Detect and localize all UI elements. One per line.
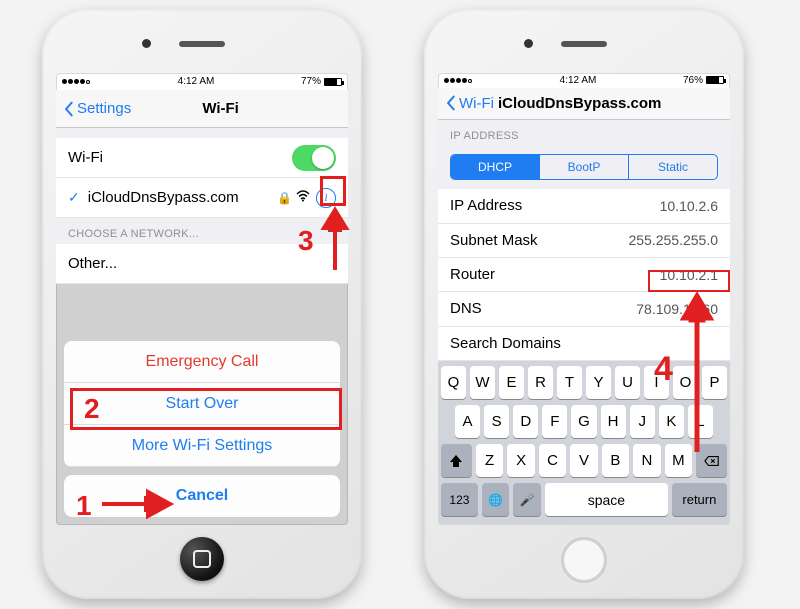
key-q[interactable]: Q [441,366,466,399]
key-g[interactable]: G [571,405,596,438]
speaker [179,41,225,47]
battery-icon [324,78,342,86]
key-c[interactable]: C [539,444,566,477]
page-title: iCloudDnsBypass.com [498,95,661,112]
key-y[interactable]: Y [586,366,611,399]
speaker [561,41,607,47]
chevron-left-icon [62,101,75,117]
ip-address-label: IP Address [450,197,660,214]
key-s[interactable]: S [484,405,509,438]
wifi-toggle-label: Wi-Fi [68,149,292,166]
status-bar: 4:12 AM 76% [438,73,730,88]
wifi-toggle-row: Wi-Fi [56,138,348,178]
key-z[interactable]: Z [476,444,503,477]
key-u[interactable]: U [615,366,640,399]
annotation-arrow-1 [100,486,172,527]
home-button[interactable] [180,537,224,581]
battery-percent: 77% [301,76,321,87]
ip-mode-segmented: DHCP BootP Static [450,154,718,180]
annotation-box-4 [648,270,730,292]
mic-key[interactable]: 🎤 [513,483,541,516]
signal-dots-icon [444,75,473,86]
globe-key[interactable]: 🌐 [482,483,510,516]
ip-address-value: 10.10.2.6 [660,198,718,214]
emergency-call-option[interactable]: Emergency Call [64,341,340,383]
annotation-arrow-3 [318,208,352,277]
subnet-mask-value: 255.255.255.0 [628,232,718,248]
key-t[interactable]: T [557,366,582,399]
key-f[interactable]: F [542,405,567,438]
wifi-toggle[interactable] [292,145,336,171]
status-time: 4:12 AM [560,75,597,86]
page-title: Wi-Fi [99,100,342,117]
subnet-mask-label: Subnet Mask [450,232,628,249]
key-b[interactable]: B [602,444,629,477]
tab-bootp[interactable]: BootP [539,155,628,179]
space-key[interactable]: space [545,483,668,516]
key-d[interactable]: D [513,405,538,438]
more-wifi-label: More Wi-Fi Settings [132,437,272,455]
network-name: iCloudDnsBypass.com [88,189,277,206]
key-w[interactable]: W [470,366,495,399]
key-x[interactable]: X [507,444,534,477]
dns-label: DNS [450,300,636,317]
back-button[interactable]: Wi-Fi [444,95,494,112]
ip-address-row[interactable]: IP Address 10.10.2.6 [438,189,730,223]
back-label: Wi-Fi [459,95,494,112]
key-e[interactable]: E [499,366,524,399]
connected-network-row[interactable]: ✓ iCloudDnsBypass.com 🔒 i [56,178,348,218]
battery-icon [706,76,724,84]
cancel-label: Cancel [176,487,228,505]
lock-icon: 🔒 [277,191,292,205]
more-wifi-option[interactable]: More Wi-Fi Settings [64,425,340,467]
annotation-box-2 [70,388,342,430]
key-h[interactable]: H [601,405,626,438]
home-button[interactable] [561,537,607,583]
return-key[interactable]: return [672,483,727,516]
wifi-icon [296,190,310,205]
front-camera [142,39,151,48]
annotation-number-2: 2 [84,393,100,425]
emergency-call-label: Emergency Call [146,353,259,371]
key-a[interactable]: A [455,405,480,438]
status-bar: 4:12 AM 77% [56,73,348,90]
annotation-box-3 [320,176,346,206]
key-n[interactable]: N [633,444,660,477]
annotation-number-4: 4 [654,350,673,389]
front-camera [524,39,533,48]
tab-static[interactable]: Static [628,155,717,179]
annotation-number-1: 1 [76,490,92,522]
router-label: Router [450,266,660,283]
annotation-arrow-4 [678,294,716,459]
numeric-key[interactable]: 123 [441,483,478,516]
key-j[interactable]: J [630,405,655,438]
shift-key[interactable] [441,444,472,477]
key-r[interactable]: R [528,366,553,399]
ip-address-section: IP ADDRESS [438,120,730,146]
status-time: 4:12 AM [178,76,215,87]
other-label: Other... [68,255,336,272]
nav-bar: Wi-Fi iCloudDnsBypass.com [438,88,730,121]
signal-dots-icon [62,76,91,87]
nav-bar: Settings Wi-Fi [56,90,348,128]
annotation-number-3: 3 [298,225,314,257]
screen-left: 4:12 AM 77% Settings Wi-Fi Wi-Fi ✓ iClou… [56,73,348,525]
battery-percent: 76% [683,75,703,86]
subnet-mask-row[interactable]: Subnet Mask 255.255.255.0 [438,224,730,258]
tab-dhcp[interactable]: DHCP [451,155,539,179]
key-v[interactable]: V [570,444,597,477]
chevron-left-icon [444,95,457,111]
checkmark-icon: ✓ [68,189,80,206]
